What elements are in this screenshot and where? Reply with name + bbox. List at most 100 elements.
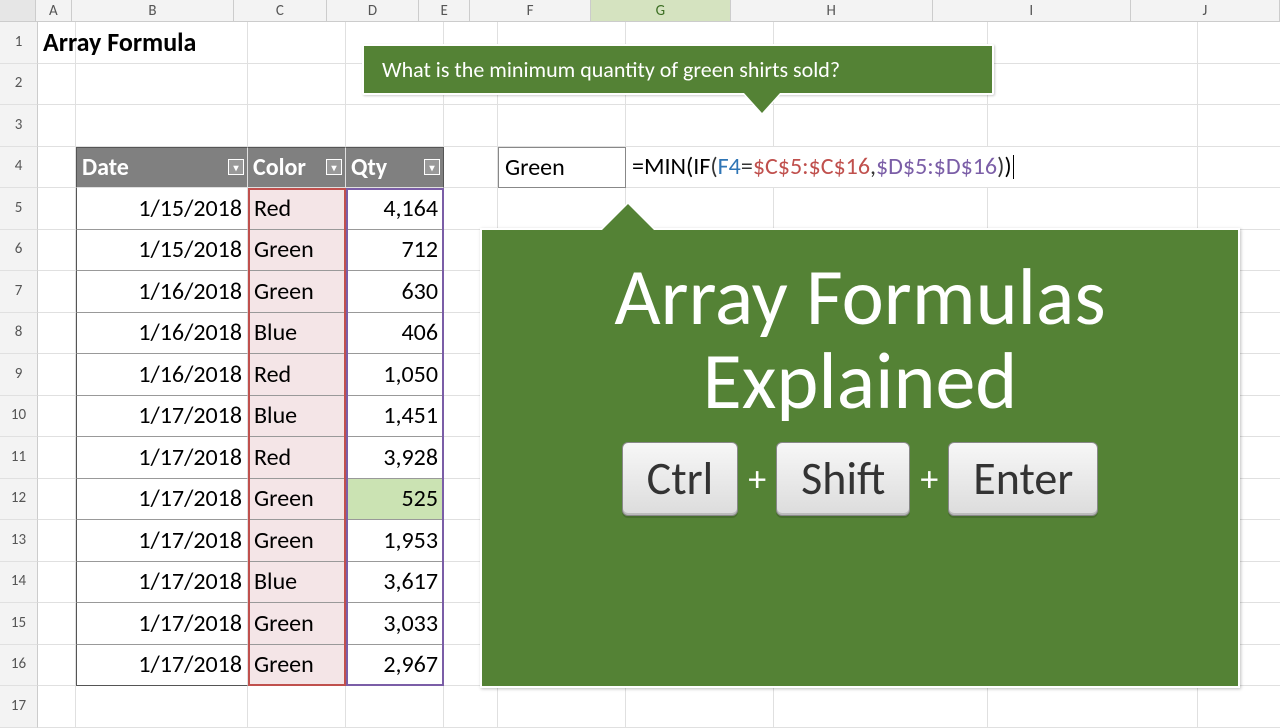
- cell-C4[interactable]: Color: [248, 147, 346, 189]
- row-header-5[interactable]: 5: [0, 188, 38, 230]
- cell-D8[interactable]: 406: [346, 313, 444, 355]
- select-all-corner[interactable]: [0, 0, 36, 21]
- row-header-16[interactable]: 16: [0, 645, 38, 687]
- row-header-10[interactable]: 10: [0, 396, 38, 438]
- cell-C10[interactable]: Blue: [248, 396, 346, 438]
- col-header-B[interactable]: B: [72, 0, 234, 21]
- cell-B3[interactable]: [76, 105, 248, 147]
- col-header-F[interactable]: F: [470, 0, 591, 21]
- cell-C16[interactable]: Green: [248, 645, 346, 687]
- cell-E4[interactable]: [444, 147, 498, 189]
- filter-icon[interactable]: [424, 159, 440, 175]
- cell-G17[interactable]: [626, 686, 774, 728]
- cell-A11[interactable]: [38, 437, 76, 479]
- cell-B8[interactable]: 1/16/2018: [76, 313, 248, 355]
- cell-B1[interactable]: [76, 22, 248, 64]
- cell-I2[interactable]: [988, 64, 1198, 106]
- cell-D7[interactable]: 630: [346, 271, 444, 313]
- cell-H17[interactable]: [774, 686, 988, 728]
- cell-B13[interactable]: 1/17/2018: [76, 520, 248, 562]
- cell-A7[interactable]: [38, 271, 76, 313]
- cell-J4[interactable]: [1198, 147, 1280, 189]
- cell-A5[interactable]: [38, 188, 76, 230]
- cell-J5[interactable]: [1198, 188, 1280, 230]
- cell-D9[interactable]: 1,050: [346, 354, 444, 396]
- cell-I3[interactable]: [988, 105, 1198, 147]
- filter-icon[interactable]: [228, 159, 244, 175]
- cell-D16[interactable]: 2,967: [346, 645, 444, 687]
- cell-C13[interactable]: Green: [248, 520, 346, 562]
- cell-D5[interactable]: 4,164: [346, 188, 444, 230]
- formula-display[interactable]: =MIN(IF(F4=$C$5:$C$16,$D$5:$D$16)): [632, 152, 1014, 181]
- cell-A1[interactable]: Array Formula: [38, 22, 76, 64]
- cell-J3[interactable]: [1198, 105, 1280, 147]
- row-header-13[interactable]: 13: [0, 520, 38, 562]
- cell-I17[interactable]: [988, 686, 1198, 728]
- cell-D6[interactable]: 712: [346, 230, 444, 272]
- cell-A15[interactable]: [38, 603, 76, 645]
- cell-E17[interactable]: [444, 686, 498, 728]
- row-header-4[interactable]: 4: [0, 147, 38, 189]
- cell-B2[interactable]: [76, 64, 248, 106]
- cell-B4[interactable]: Date: [76, 147, 248, 189]
- cell-C6[interactable]: Green: [248, 230, 346, 272]
- row-header-15[interactable]: 15: [0, 603, 38, 645]
- cell-I1[interactable]: [988, 22, 1198, 64]
- cell-H5[interactable]: [774, 188, 988, 230]
- cell-D12[interactable]: 525: [346, 479, 444, 521]
- cell-H3[interactable]: [774, 105, 988, 147]
- cell-C17[interactable]: [248, 686, 346, 728]
- col-header-D[interactable]: D: [327, 0, 420, 21]
- cell-J1[interactable]: [1198, 22, 1280, 64]
- cell-A12[interactable]: [38, 479, 76, 521]
- col-header-C[interactable]: C: [234, 0, 327, 21]
- row-header-9[interactable]: 9: [0, 354, 38, 396]
- cell-D14[interactable]: 3,617: [346, 562, 444, 604]
- cell-B7[interactable]: 1/16/2018: [76, 271, 248, 313]
- col-header-G[interactable]: G: [591, 0, 731, 21]
- cell-B12[interactable]: 1/17/2018: [76, 479, 248, 521]
- cell-B6[interactable]: 1/15/2018: [76, 230, 248, 272]
- row-header-6[interactable]: 6: [0, 230, 38, 272]
- cell-B10[interactable]: 1/17/2018: [76, 396, 248, 438]
- cell-D15[interactable]: 3,033: [346, 603, 444, 645]
- cell-A6[interactable]: [38, 230, 76, 272]
- cell-B15[interactable]: 1/17/2018: [76, 603, 248, 645]
- cell-A9[interactable]: [38, 354, 76, 396]
- row-header-7[interactable]: 7: [0, 271, 38, 313]
- col-header-I[interactable]: I: [933, 0, 1131, 21]
- col-header-E[interactable]: E: [419, 0, 470, 21]
- cell-C8[interactable]: Blue: [248, 313, 346, 355]
- cell-C15[interactable]: Green: [248, 603, 346, 645]
- cell-C7[interactable]: Green: [248, 271, 346, 313]
- cell-C12[interactable]: Green: [248, 479, 346, 521]
- row-header-2[interactable]: 2: [0, 64, 38, 106]
- cell-C11[interactable]: Red: [248, 437, 346, 479]
- row-header-8[interactable]: 8: [0, 313, 38, 355]
- cell-F17[interactable]: [498, 686, 626, 728]
- cell-D3[interactable]: [346, 105, 444, 147]
- cell-C9[interactable]: Red: [248, 354, 346, 396]
- lookup-cell[interactable]: Green: [498, 147, 626, 188]
- cell-B5[interactable]: 1/15/2018: [76, 188, 248, 230]
- cell-F3[interactable]: [498, 105, 626, 147]
- cell-J2[interactable]: [1198, 64, 1280, 106]
- cell-A17[interactable]: [38, 686, 76, 728]
- cell-E5[interactable]: [444, 188, 498, 230]
- col-header-A[interactable]: A: [36, 0, 72, 21]
- cell-B9[interactable]: 1/16/2018: [76, 354, 248, 396]
- cell-C14[interactable]: Blue: [248, 562, 346, 604]
- cell-C3[interactable]: [248, 105, 346, 147]
- cell-J17[interactable]: [1198, 686, 1280, 728]
- cell-C5[interactable]: Red: [248, 188, 346, 230]
- filter-icon[interactable]: [326, 159, 342, 175]
- cell-A8[interactable]: [38, 313, 76, 355]
- cell-A2[interactable]: [38, 64, 76, 106]
- cell-A13[interactable]: [38, 520, 76, 562]
- row-header-11[interactable]: 11: [0, 437, 38, 479]
- row-header-3[interactable]: 3: [0, 105, 38, 147]
- cell-A10[interactable]: [38, 396, 76, 438]
- row-header-17[interactable]: 17: [0, 686, 38, 728]
- cell-A3[interactable]: [38, 105, 76, 147]
- cell-D11[interactable]: 3,928: [346, 437, 444, 479]
